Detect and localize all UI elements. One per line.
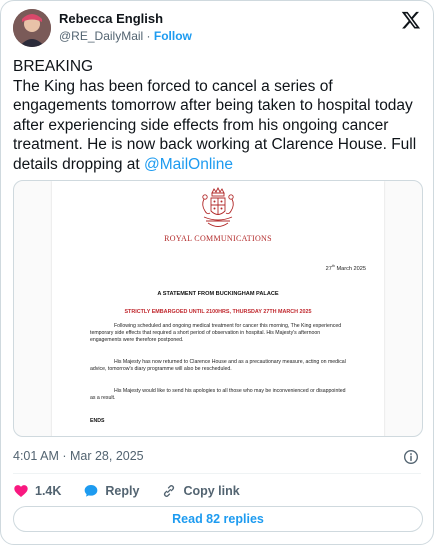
read-replies-button[interactable]: Read 82 replies [13, 506, 423, 532]
tweet-timestamp[interactable]: 4:01 AM · Mar 28, 2025 [13, 449, 144, 463]
royal-crest-icon [202, 187, 234, 227]
link-icon [164, 485, 175, 497]
author-name[interactable]: Rebecca English [59, 11, 163, 26]
author-avatar[interactable] [13, 9, 51, 47]
follow-button[interactable]: Follow [154, 29, 192, 43]
embargo-notice: STRICTLY EMBARGOED UNTIL 2100HRS, THURSD… [124, 309, 312, 315]
statement-document: ROYAL COMMUNICATIONS 27th March 2025 A S… [52, 181, 384, 436]
info-icon[interactable] [403, 449, 419, 465]
letter-paragraph-3: His Majesty would like to send his apolo… [90, 388, 346, 402]
reply-label: Reply [105, 484, 140, 498]
tweet-card: Rebecca English @RE_DailyMail · Follow B… [0, 0, 434, 545]
letter-paragraph-1: Following scheduled and ongoing medical … [90, 323, 342, 344]
author-handle[interactable]: @RE_DailyMail [59, 29, 143, 43]
letter-header: ROYAL COMMUNICATIONS [164, 234, 272, 243]
tweet-media[interactable]: ROYAL COMMUNICATIONS 27th March 2025 A S… [13, 180, 423, 437]
mention-link[interactable]: @MailOnline [144, 156, 233, 173]
tweet-text: BREAKING The King has been forced to can… [13, 57, 425, 174]
like-button[interactable]: 1.4K [13, 483, 61, 499]
handle-separator: · [146, 29, 151, 43]
letter-paragraph-2: His Majesty has now returned to Clarence… [90, 359, 346, 373]
x-logo-icon[interactable] [401, 10, 421, 30]
avatar-image [13, 9, 51, 47]
heart-icon [14, 485, 28, 497]
author-handle-row: @RE_DailyMail · Follow [59, 29, 192, 43]
letter-date: 27th March 2025 [326, 264, 366, 272]
tweet-breaking-line: BREAKING [13, 58, 94, 75]
divider [13, 473, 421, 474]
action-bar: 1.4K Reply Copy link [13, 482, 262, 500]
copy-link-label: Copy link [183, 484, 240, 498]
letter-ends: ENDS [90, 418, 105, 424]
copy-link-button[interactable]: Copy link [161, 483, 240, 499]
statement-title: A STATEMENT FROM BUCKINGHAM PALACE [157, 291, 279, 297]
letter-date-rest: March 2025 [334, 265, 366, 272]
like-count: 1.4K [35, 484, 62, 498]
reply-button[interactable]: Reply [83, 483, 139, 499]
speech-bubble-icon [85, 485, 98, 497]
